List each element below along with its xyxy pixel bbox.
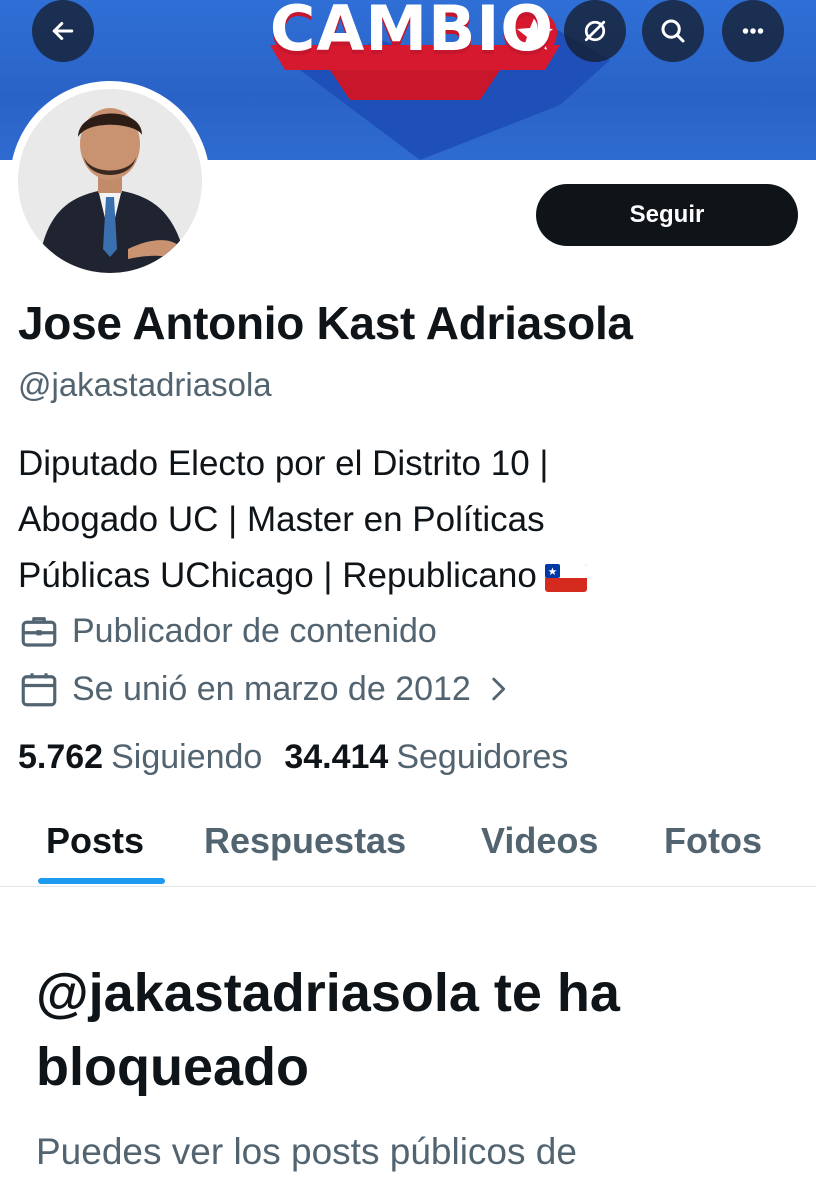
person-portrait-icon bbox=[18, 89, 202, 273]
bio-line: Abogado UC | Master en Políticas bbox=[18, 500, 545, 539]
profile-handle: @jakastadriasola bbox=[18, 366, 272, 403]
following-label: Siguiendo bbox=[111, 738, 263, 776]
profile-stats: 5.762 Siguiendo 34.414 Seguidores bbox=[18, 738, 590, 777]
bio-line: Públicas UChicago | Republicano bbox=[18, 548, 798, 604]
joined-label: Se unió en marzo de 2012 bbox=[72, 669, 471, 708]
profile-tabs: Posts Respuestas Videos Fotos bbox=[0, 800, 816, 887]
search-icon bbox=[661, 19, 685, 43]
avatar-photo bbox=[18, 89, 202, 273]
calendar-icon bbox=[21, 673, 57, 707]
followers-label: Seguidores bbox=[396, 738, 569, 776]
tab-posts[interactable]: Posts bbox=[46, 820, 144, 862]
translate-off-icon bbox=[584, 20, 606, 42]
tab-videos[interactable]: Videos bbox=[481, 820, 598, 862]
category-label: Publicador de contenido bbox=[72, 611, 437, 650]
more-horizontal-icon bbox=[742, 28, 764, 34]
chevron-right-icon bbox=[492, 677, 505, 701]
follow-button[interactable]: Seguir bbox=[536, 184, 798, 246]
bio-line: Diputado Electo por el Distrito 10 | bbox=[18, 444, 549, 483]
translate-off-button[interactable] bbox=[564, 0, 626, 62]
tab-fotos[interactable]: Fotos bbox=[664, 820, 762, 862]
tab-respuestas[interactable]: Respuestas bbox=[204, 820, 406, 862]
profile-joined-date[interactable]: Se unió en marzo de 2012 bbox=[18, 668, 527, 710]
blocked-title: @jakastadriasola te ha bloqueado bbox=[36, 963, 620, 1097]
bio-line-text: Públicas UChicago | Republicano bbox=[18, 556, 537, 595]
following-link[interactable]: 5.762 Siguiendo bbox=[18, 738, 262, 777]
profile-bio: Diputado Electo por el Distrito 10 | Abo… bbox=[18, 436, 798, 604]
avatar[interactable] bbox=[10, 81, 210, 281]
banner-text: CAMBIO bbox=[269, 0, 555, 65]
arrow-left-icon bbox=[52, 22, 74, 40]
active-tab-indicator bbox=[38, 878, 165, 884]
more-options-button[interactable] bbox=[722, 0, 784, 62]
following-count: 5.762 bbox=[18, 738, 104, 776]
back-button[interactable] bbox=[32, 0, 94, 62]
followers-link[interactable]: 34.414 Seguidores bbox=[284, 738, 568, 777]
briefcase-icon bbox=[21, 617, 57, 647]
profile-name: Jose Antonio Kast Adriasola bbox=[18, 297, 633, 349]
blocked-description: Puedes ver los posts públicos de bbox=[36, 1131, 577, 1172]
profile-category: Publicador de contenido bbox=[18, 610, 437, 652]
chile-flag-icon bbox=[544, 563, 587, 592]
followers-count: 34.414 bbox=[284, 738, 389, 776]
search-button[interactable] bbox=[642, 0, 704, 62]
